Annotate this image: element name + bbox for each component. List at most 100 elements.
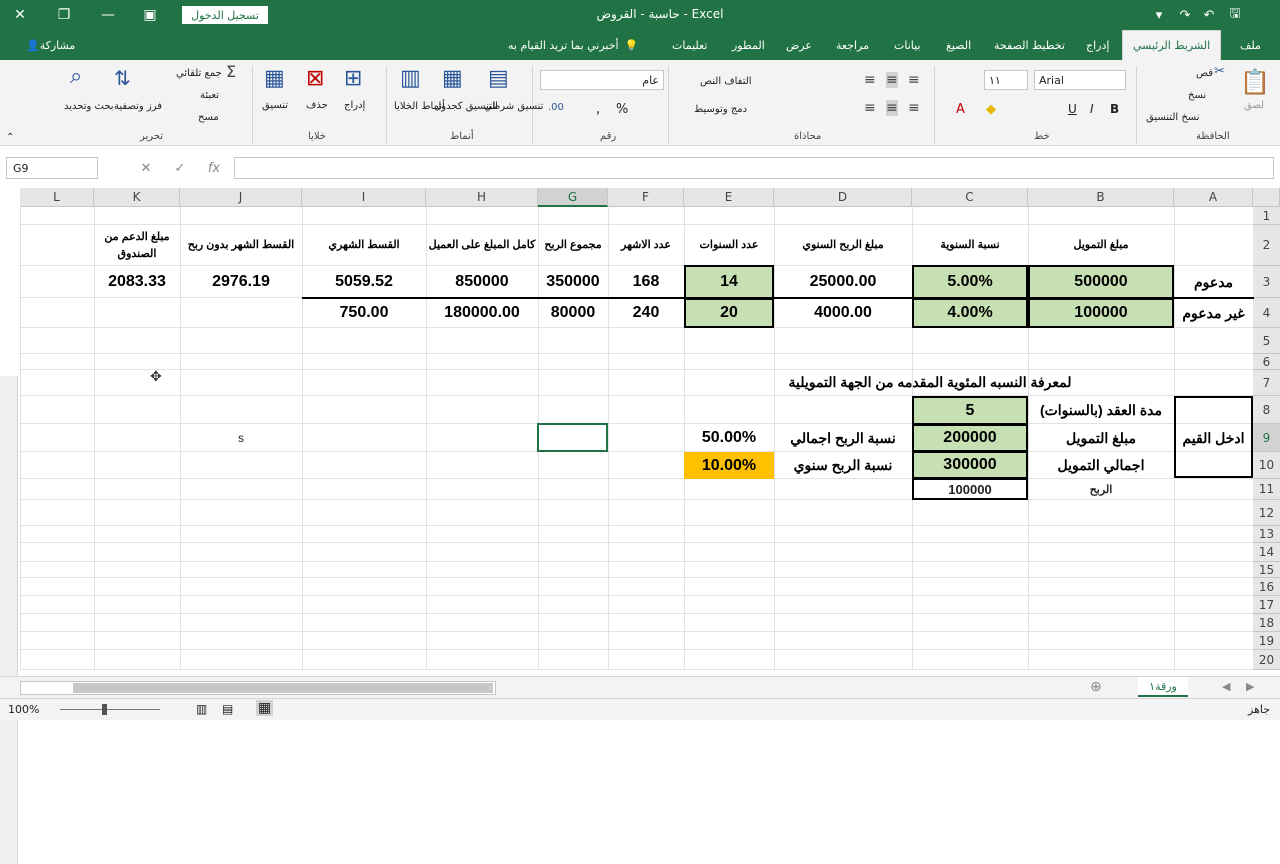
font-name-select[interactable]: Arial (1034, 70, 1126, 90)
cell-c11[interactable]: 100000 (912, 478, 1028, 500)
row-header-19[interactable]: 19 (1253, 632, 1280, 650)
sort-filter-button[interactable]: فرز وتصفية (114, 100, 162, 113)
copy-button[interactable]: نسخ (1188, 90, 1206, 101)
row-header-9[interactable]: 9 (1253, 424, 1280, 452)
row-header-11[interactable]: 11 (1253, 479, 1280, 500)
cell-f3[interactable]: 168 (608, 266, 684, 298)
cell-k3[interactable]: 2083.33 (94, 266, 180, 298)
cell-styles-button[interactable]: أنماط الخلايا (394, 100, 445, 113)
redo-icon[interactable]: ↷ (1172, 0, 1198, 30)
row-header-17[interactable]: 17 (1253, 596, 1280, 614)
align-left-icon[interactable]: ≡ (908, 100, 920, 116)
column-header-i[interactable]: I (302, 188, 426, 207)
tab-file[interactable]: ملف (1240, 30, 1261, 60)
save-icon[interactable]: 🖫 (1222, 0, 1248, 30)
bold-button[interactable]: B (1110, 102, 1119, 116)
column-header-j[interactable]: J (180, 188, 302, 207)
tell-me-search[interactable]: أخبرني بما تريد القيام به 💡 (508, 30, 638, 60)
cell-c8[interactable]: 5 (912, 396, 1028, 425)
fill-button[interactable]: تعبئة (200, 90, 219, 101)
cell-e4[interactable]: 20 (684, 298, 774, 328)
share-button[interactable]: 👤 مشاركة (22, 30, 75, 60)
tab-insert[interactable]: إدراج (1086, 30, 1109, 60)
select-all-corner[interactable] (1253, 188, 1280, 207)
cut-button[interactable]: قص (1196, 68, 1213, 79)
column-header-h[interactable]: H (426, 188, 538, 207)
align-center-icon[interactable]: ≡ (886, 100, 898, 116)
format-painter-button[interactable]: نسخ التنسيق (1146, 112, 1199, 123)
row-header-5[interactable]: 5 (1253, 328, 1280, 354)
column-header-g[interactable]: G (538, 188, 608, 207)
insert-function-icon[interactable]: fx (202, 157, 226, 179)
row-header-10[interactable]: 10 (1253, 452, 1280, 479)
align-middle-icon[interactable]: ≡ (886, 72, 898, 88)
cell-h4[interactable]: 180000.00 (426, 299, 538, 327)
align-right-icon[interactable]: ≡ (864, 100, 876, 116)
sheet-tab-1[interactable]: ورقة١ (1138, 677, 1188, 697)
cell-c4[interactable]: 4.00% (912, 298, 1028, 328)
row-header-3[interactable]: 3 (1253, 266, 1280, 298)
column-header-l[interactable]: L (20, 188, 94, 207)
tab-data[interactable]: بيانات (894, 30, 921, 60)
column-header-b[interactable]: B (1028, 188, 1174, 207)
page-layout-view-icon[interactable]: ▤ (222, 702, 233, 716)
wrap-text-button[interactable]: التفاف النص (700, 76, 752, 87)
cell-c9[interactable]: 200000 (912, 424, 1028, 452)
zoom-level[interactable]: 100% (8, 703, 39, 716)
column-header-d[interactable]: D (774, 188, 912, 207)
cell-g3[interactable]: 350000 (538, 266, 608, 298)
merge-center-button[interactable]: دمج وتوسيط (694, 104, 747, 115)
cell-d3[interactable]: 25000.00 (774, 266, 912, 298)
row-header-18[interactable]: 18 (1253, 614, 1280, 632)
cell-e10[interactable]: 10.00% (684, 452, 774, 479)
cell-c10[interactable]: 300000 (912, 451, 1028, 479)
signin-button[interactable]: تسجيل الدخول (182, 6, 268, 24)
close-icon[interactable]: ✕ (0, 0, 40, 30)
column-header-e[interactable]: E (684, 188, 774, 207)
row-header-20[interactable]: 20 (1253, 650, 1280, 670)
active-cell-g9[interactable] (537, 423, 608, 452)
column-header-c[interactable]: C (912, 188, 1028, 207)
cell-b3[interactable]: 500000 (1028, 265, 1174, 299)
font-size-select[interactable]: ١١ (984, 70, 1028, 90)
cell-d4[interactable]: 4000.00 (774, 299, 912, 327)
worksheet-grid[interactable]: ABCDEFGHIJKL 1 2 3 4 5 6 7 8 9 10 11 12 13 14 15 16 17 18… (0, 188, 1280, 864)
tab-developer[interactable]: المطور (732, 30, 765, 60)
zoom-slider[interactable] (60, 709, 160, 710)
tab-home[interactable]: الشريط الرئيسي (1122, 30, 1222, 60)
cell-f4[interactable]: 240 (608, 299, 684, 327)
clear-button[interactable]: مسح (198, 112, 219, 123)
underline-button[interactable]: U (1068, 102, 1077, 116)
customize-qat-icon[interactable]: ▾ (1146, 0, 1172, 30)
fill-color-button[interactable]: ◆ (986, 102, 996, 117)
percent-button[interactable]: % (616, 102, 628, 117)
cell-j9[interactable]: s (180, 424, 302, 452)
add-sheet-icon[interactable]: ⊕ (1090, 679, 1102, 695)
cancel-icon[interactable]: ✕ (134, 157, 158, 179)
row-header-8[interactable]: 8 (1253, 396, 1280, 424)
tab-help[interactable]: تعليمات (672, 30, 707, 60)
autosum-button[interactable]: جمع تلقائي (176, 68, 222, 79)
cell-e9[interactable]: 50.00% (684, 424, 774, 452)
cell-c3[interactable]: 5.00% (912, 265, 1028, 299)
cell-i3[interactable]: 5059.52 (302, 266, 426, 298)
paste-icon[interactable]: 📋 (1240, 68, 1270, 96)
comma-button[interactable]: , (596, 102, 600, 117)
cell-h3[interactable]: 850000 (426, 266, 538, 298)
row-header-14[interactable]: 14 (1253, 543, 1280, 562)
column-header-a[interactable]: A (1174, 188, 1253, 207)
formula-input[interactable] (234, 157, 1274, 179)
cell-g4[interactable]: 80000 (538, 299, 608, 327)
ribbon-display-icon[interactable]: ▣ (130, 0, 170, 30)
align-bottom-icon[interactable]: ≡ (908, 72, 920, 88)
tab-page-layout[interactable]: تخطيط الصفحة (994, 30, 1065, 60)
enter-icon[interactable]: ✓ (168, 157, 192, 179)
paste-button[interactable]: لصق (1244, 100, 1264, 111)
tab-view[interactable]: عرض (786, 30, 812, 60)
page-break-view-icon[interactable]: ▥ (196, 702, 207, 716)
restore-icon[interactable]: ❐ (44, 0, 84, 30)
row-header-12[interactable]: 12 (1253, 500, 1280, 526)
next-sheet-icon[interactable]: ▶ (1246, 680, 1254, 693)
vertical-scrollbar[interactable] (0, 376, 18, 864)
tab-review[interactable]: مراجعة (836, 30, 869, 60)
